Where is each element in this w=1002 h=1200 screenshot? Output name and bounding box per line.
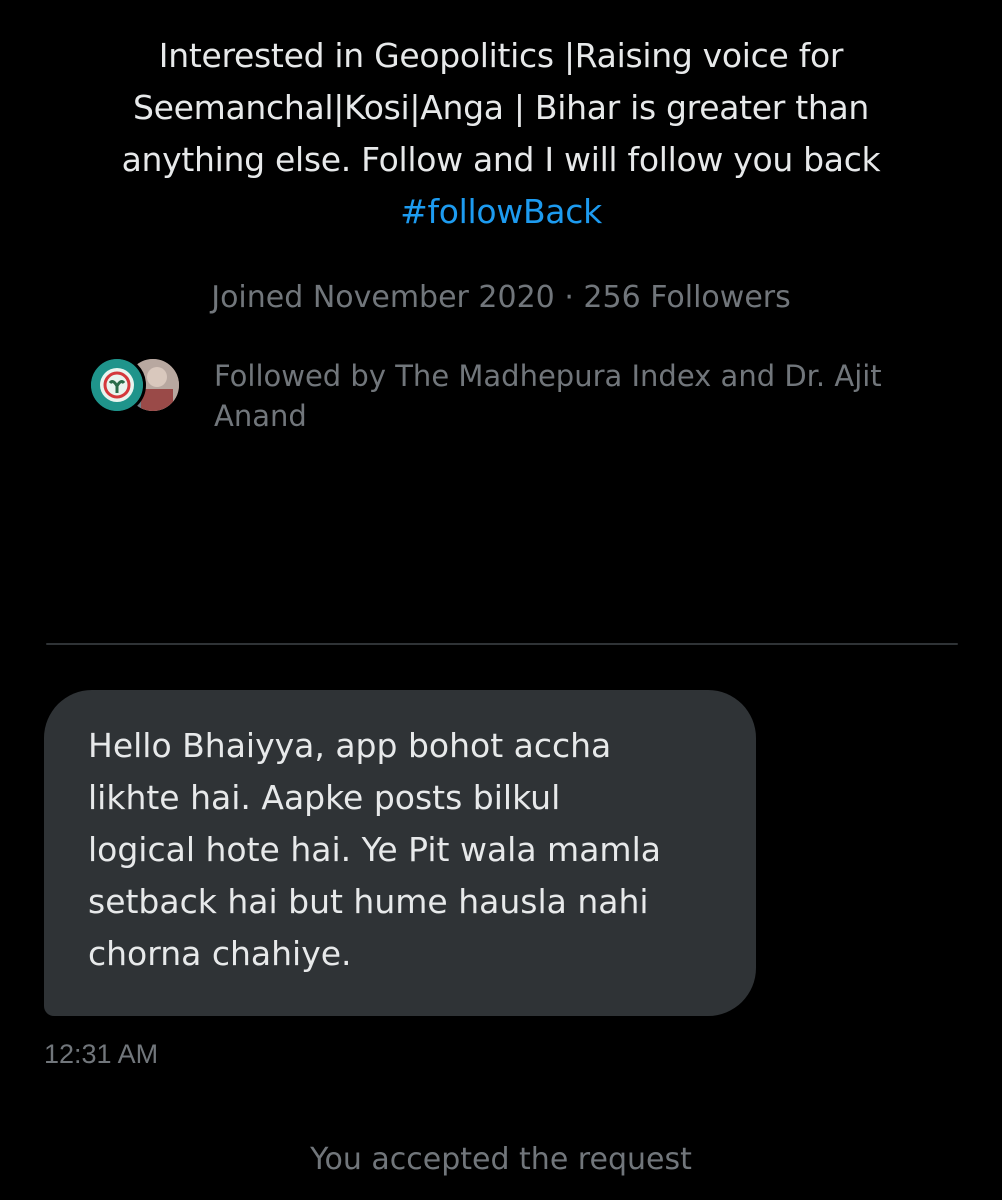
message-line: Hello Bhaiyya, app bohot accha (88, 726, 612, 765)
meta-separator: · (564, 280, 574, 315)
followed-by[interactable]: Followed by The Madhepura Index and Dr. … (88, 356, 948, 446)
message-line: setback hai but hume hausla nahi (88, 882, 649, 921)
bio-line: Seemanchal|Kosi|Anga | Bihar is greater … (132, 88, 870, 127)
follower-avatars (88, 356, 184, 420)
followers-count[interactable]: 256 Followers (583, 280, 790, 315)
profile-bio: Interested in Geopolitics |Raising voice… (60, 30, 942, 238)
bio-line: Interested in Geopolitics |Raising voice… (158, 36, 844, 75)
divider (46, 643, 958, 645)
madhepura-index-logo-icon (91, 359, 143, 411)
profile-meta: Joined November 2020 · 256 Followers (0, 276, 1002, 320)
message-line: logical hote hai. Ye Pit wala mamla (88, 830, 661, 869)
message-bubble[interactable]: Hello Bhaiyya, app bohot accha likhte ha… (44, 690, 756, 1016)
bio-line: anything else. Follow and I will follow … (121, 140, 881, 179)
avatar (88, 356, 146, 414)
followed-by-text: Followed by The Madhepura Index and Dr. … (214, 359, 882, 433)
message-line: likhte hai. Aapke posts bilkul (88, 778, 561, 817)
request-accepted-note: You accepted the request (310, 1142, 692, 1177)
message-line: chorna chahiye. (88, 934, 352, 973)
joined-date: Joined November 2020 (211, 280, 555, 315)
hashtag-link[interactable]: #followBack (60, 186, 942, 238)
message-timestamp: 12:31 AM (44, 1039, 159, 1069)
message-text: Hello Bhaiyya, app bohot accha likhte ha… (88, 720, 716, 980)
